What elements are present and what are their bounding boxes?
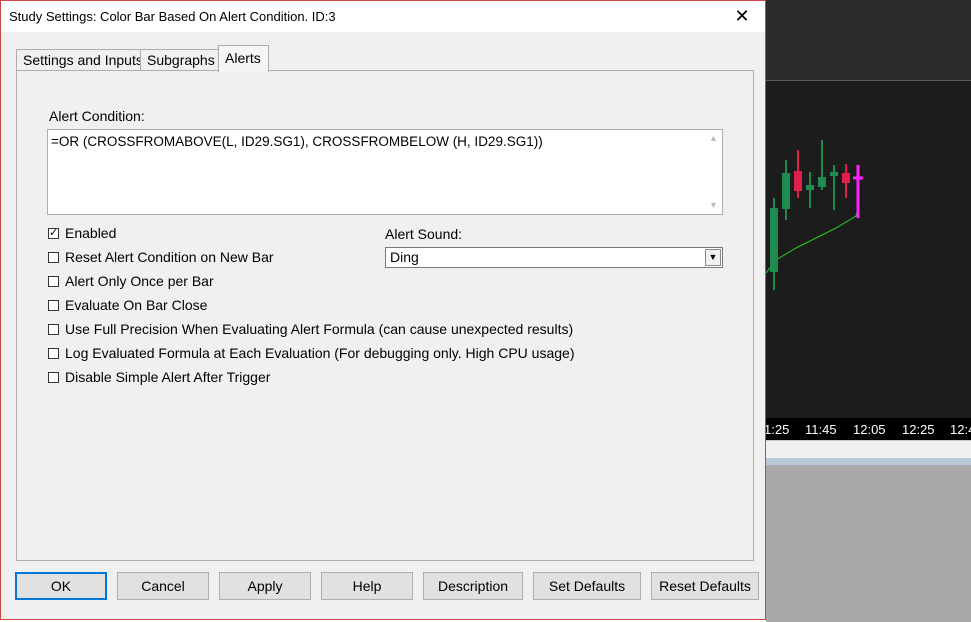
checkbox-label: Reset Alert Condition on New Bar [65, 249, 274, 265]
tab-subgraphs[interactable]: Subgraphs [140, 49, 220, 71]
candle [830, 165, 838, 210]
description-button[interactable]: Description [423, 572, 523, 600]
time-label: 1:25 [766, 422, 790, 437]
candle-highlighted [853, 165, 863, 218]
time-axis: 1:25 11:45 12:05 12:25 12:4 [766, 418, 971, 440]
candle [782, 160, 790, 220]
chart-scrollbar[interactable] [766, 440, 971, 465]
candle [818, 140, 826, 190]
checkbox-icon[interactable] [48, 300, 59, 311]
price-chart[interactable] [766, 80, 971, 418]
cancel-button[interactable]: Cancel [117, 572, 209, 600]
chart-header-area [766, 0, 971, 80]
close-icon[interactable]: ✕ [719, 1, 765, 32]
checkbox-icon[interactable] [48, 276, 59, 287]
condition-scrollbar[interactable]: ▲ ▼ [705, 130, 722, 214]
log-evaluated-formula-checkbox[interactable]: Log Evaluated Formula at Each Evaluation… [48, 344, 574, 364]
apply-button[interactable]: Apply [219, 572, 311, 600]
alert-condition-text: =OR (CROSSFROMABOVE(L, ID29.SG1), CROSSF… [51, 134, 543, 149]
checkbox-checked-icon[interactable]: ✓ [48, 228, 59, 239]
checkbox-icon[interactable] [48, 324, 59, 335]
ok-button[interactable]: OK [15, 572, 107, 600]
scroll-up-icon[interactable]: ▲ [705, 130, 722, 147]
tab-settings-and-inputs[interactable]: Settings and Inputs [16, 49, 143, 71]
enabled-checkbox[interactable]: ✓ Enabled [48, 224, 138, 244]
alert-sound-value: Ding [390, 249, 419, 265]
title-bar[interactable]: Study Settings: Color Bar Based On Alert… [1, 1, 765, 32]
reset-defaults-button[interactable]: Reset Defaults [651, 572, 759, 600]
alert-sound-select[interactable]: Ding ▼ [385, 247, 723, 268]
alert-sound-label: Alert Sound: [385, 226, 463, 242]
set-defaults-button[interactable]: Set Defaults [533, 572, 641, 600]
candle [770, 198, 778, 290]
alert-condition-input[interactable]: =OR (CROSSFROMABOVE(L, ID29.SG1), CROSSF… [47, 129, 723, 215]
checkbox-label: Log Evaluated Formula at Each Evaluation… [65, 345, 575, 361]
reset-alert-on-new-bar-checkbox[interactable]: Reset Alert Condition on New Bar [48, 248, 278, 268]
checkbox-label: Enabled [65, 225, 117, 241]
full-precision-checkbox[interactable]: Use Full Precision When Evaluating Alert… [48, 320, 573, 340]
study-settings-dialog: Study Settings: Color Bar Based On Alert… [0, 0, 766, 620]
scroll-down-icon[interactable]: ▼ [705, 197, 722, 214]
alert-condition-label: Alert Condition: [49, 108, 145, 124]
checkbox-label: Use Full Precision When Evaluating Alert… [65, 321, 574, 337]
alert-once-per-bar-checkbox[interactable]: Alert Only Once per Bar [48, 272, 218, 292]
checkbox-label: Evaluate On Bar Close [65, 297, 208, 313]
candle [794, 150, 802, 198]
checkbox-label: Alert Only Once per Bar [65, 273, 214, 289]
time-label: 12:4 [950, 422, 971, 437]
disable-simple-alert-checkbox[interactable]: Disable Simple Alert After Trigger [48, 368, 278, 388]
time-label: 11:45 [805, 422, 837, 437]
checkbox-icon[interactable] [48, 372, 59, 383]
tab-alerts[interactable]: Alerts [218, 45, 269, 72]
moving-average-line [766, 207, 859, 274]
help-button[interactable]: Help [321, 572, 413, 600]
time-label: 12:25 [902, 422, 935, 437]
checkbox-icon[interactable] [48, 348, 59, 359]
time-label: 12:05 [853, 422, 886, 437]
checkbox-label: Disable Simple Alert After Trigger [65, 369, 271, 385]
checkbox-icon[interactable] [48, 252, 59, 263]
chart-scroll-track[interactable] [766, 458, 971, 465]
evaluate-on-bar-close-checkbox[interactable]: Evaluate On Bar Close [48, 296, 218, 316]
chevron-down-icon[interactable]: ▼ [705, 249, 721, 266]
candle [806, 172, 814, 208]
candle [842, 164, 850, 198]
dialog-title: Study Settings: Color Bar Based On Alert… [9, 9, 336, 24]
